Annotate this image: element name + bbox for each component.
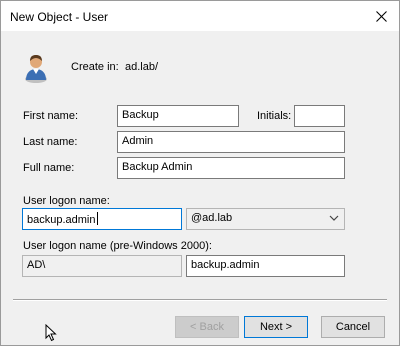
pre2000-name-field[interactable]: backup.admin: [186, 255, 345, 277]
separator: [13, 299, 387, 301]
first-name-field[interactable]: Backup: [117, 105, 239, 127]
domain-suffix-dropdown[interactable]: @ad.lab: [186, 208, 345, 230]
user-icon: [25, 55, 47, 83]
last-name-field[interactable]: Admin: [117, 131, 345, 153]
last-name-label: Last name:: [23, 136, 78, 148]
first-name-label: First name:: [23, 110, 79, 122]
mouse-pointer-icon: [45, 324, 57, 342]
chevron-down-icon: [329, 215, 339, 221]
full-name-value: Backup Admin: [122, 161, 193, 173]
pre2000-domain-value: AD\: [27, 259, 46, 271]
window-title: New Object - User: [10, 10, 109, 24]
full-name-field[interactable]: Backup Admin: [117, 157, 345, 179]
pre2000-name-value: backup.admin: [191, 259, 260, 271]
create-in-value: ad.lab/: [125, 61, 159, 73]
create-in-label: Create in:: [71, 61, 119, 73]
next-button[interactable]: Next >: [244, 316, 308, 338]
pre2000-label: User logon name (pre-Windows 2000):: [23, 240, 212, 252]
close-icon: [375, 10, 387, 22]
full-name-label: Full name:: [23, 162, 75, 174]
pre2000-domain-field: AD\: [22, 255, 182, 277]
cancel-button[interactable]: Cancel: [321, 316, 385, 338]
close-button[interactable]: [363, 1, 399, 31]
logon-name-label: User logon name:: [23, 195, 110, 207]
new-user-dialog: New Object - User Create in: ad.lab/ Fir…: [0, 0, 400, 346]
domain-suffix-value: @ad.lab: [191, 212, 233, 224]
back-button[interactable]: < Back: [175, 316, 239, 338]
title-bar: New Object - User: [1, 1, 399, 31]
initials-label: Initials:: [257, 110, 292, 122]
logon-name-field[interactable]: backup.admin: [22, 208, 182, 230]
logon-name-value: backup.admin: [27, 214, 96, 226]
first-name-value: Backup: [122, 109, 159, 121]
initials-field[interactable]: [294, 105, 345, 127]
text-caret: [96, 212, 98, 225]
last-name-value: Admin: [122, 135, 154, 147]
